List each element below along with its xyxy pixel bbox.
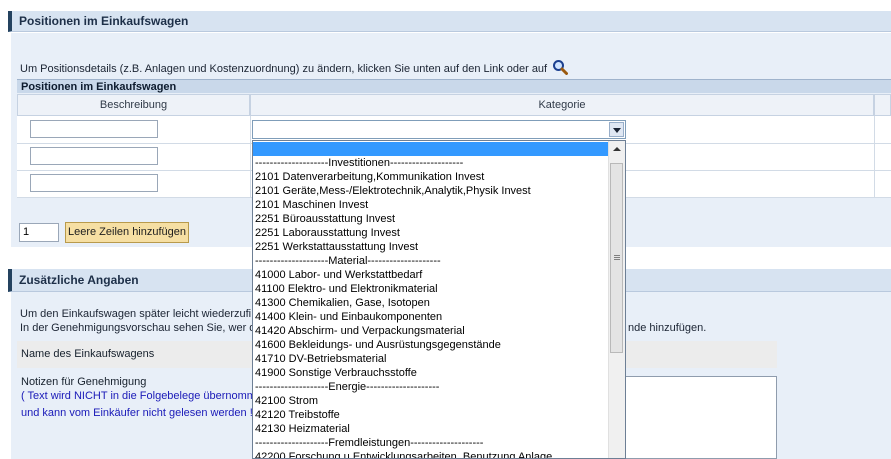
- dropdown-option[interactable]: 42100 Strom: [255, 394, 318, 408]
- dropdown-option[interactable]: --------------------Energie-------------…: [255, 380, 439, 394]
- description-input-row-2[interactable]: [30, 147, 158, 165]
- column-divider: [250, 116, 251, 198]
- dropdown-option[interactable]: 2101 Maschinen Invest: [255, 198, 368, 212]
- dropdown-option[interactable]: 2251 Laborausstattung Invest: [255, 226, 400, 240]
- section-title: Positionen im Einkaufswagen: [19, 14, 189, 28]
- additional-info-line-1: Um den Einkaufswagen später leicht wiede…: [20, 308, 252, 320]
- section-title: Zusätzliche Angaben: [19, 273, 139, 287]
- empty-rows-quantity-input[interactable]: 1: [19, 223, 59, 242]
- dropdown-option[interactable]: --------------------Investitionen-------…: [255, 156, 463, 170]
- dropdown-option[interactable]: --------------------Fremdleistungen-----…: [255, 436, 483, 450]
- description-input-row-3[interactable]: [30, 174, 158, 192]
- description-input-row-1[interactable]: [30, 120, 158, 138]
- dropdown-option[interactable]: 41900 Sonstige Verbrauchsstoffe: [255, 366, 417, 380]
- dropdown-option[interactable]: 41600 Bekleidungs- und Ausrüstungsgegens…: [255, 338, 501, 352]
- dropdown-option[interactable]: 42120 Treibstoffe: [255, 408, 340, 422]
- column-header-extra: [874, 94, 891, 116]
- dropdown-option[interactable]: 2101 Datenverarbeitung,Kommunikation Inv…: [255, 170, 484, 184]
- notes-hint-line-1: ( Text wird NICHT in die Folgebelege übe…: [21, 390, 263, 402]
- column-header-description[interactable]: Beschreibung: [17, 94, 250, 116]
- dropdown-option[interactable]: 41300 Chemikalien, Gase, Isotopen: [255, 296, 430, 310]
- dropdown-option[interactable]: 41100 Elektro- und Elektronikmaterial: [255, 282, 438, 296]
- positions-info: Um Positionsdetails (z.B. Anlagen und Ko…: [20, 59, 569, 78]
- dropdown-option[interactable]: --------------------Material------------…: [255, 254, 441, 268]
- notes-hint-line-2: und kann vom Einkäufer nicht gelesen wer…: [21, 407, 253, 419]
- notes-label: Notizen für Genehmigung: [21, 376, 147, 388]
- dropdown-option[interactable]: 42200 Forschung u Entwicklungsarbeiten, …: [255, 450, 552, 458]
- table-title-text: Positionen im Einkaufswagen: [21, 81, 177, 93]
- positions-info-text: Um Positionsdetails (z.B. Anlagen und Ko…: [20, 63, 548, 75]
- dropdown-option[interactable]: [253, 142, 608, 156]
- dropdown-scrollbar[interactable]: [608, 141, 625, 458]
- additional-info-line-2-end: nde hinzufügen.: [628, 322, 707, 334]
- additional-info-line-2: In der Genehmigungsvorschau sehen Sie, w…: [20, 322, 256, 334]
- dropdown-option[interactable]: 41400 Klein- und Einbaukomponenten: [255, 310, 442, 324]
- dropdown-option[interactable]: 42130 Heizmaterial: [255, 422, 350, 436]
- section-header-positions: Positionen im Einkaufswagen: [8, 11, 891, 32]
- scrollbar-grip: [614, 257, 620, 258]
- column-divider: [874, 116, 875, 198]
- table-title: Positionen im Einkaufswagen: [17, 79, 891, 93]
- dropdown-option[interactable]: 41710 DV-Betriebsmaterial: [255, 352, 386, 366]
- scrollbar-grip: [614, 255, 620, 256]
- dropdown-option[interactable]: 41420 Abschirm- und Verpackungsmaterial: [255, 324, 465, 338]
- dropdown-arrow-icon[interactable]: [609, 122, 624, 137]
- add-empty-rows-button[interactable]: Leere Zeilen hinzufügen: [65, 222, 189, 243]
- scrollbar-thumb[interactable]: [610, 163, 623, 353]
- category-dropdown-list[interactable]: --------------------Investitionen-------…: [252, 140, 626, 459]
- dropdown-option[interactable]: 2101 Geräte,Mess-/Elektrotechnik,Analyti…: [255, 184, 531, 198]
- scroll-up-icon[interactable]: [610, 142, 624, 156]
- column-header-category[interactable]: Kategorie: [250, 94, 874, 116]
- notes-textarea[interactable]: [623, 376, 777, 459]
- scrollbar-grip: [614, 259, 620, 260]
- magnifier-icon[interactable]: [552, 59, 569, 78]
- dropdown-option[interactable]: 41000 Labor- und Werkstattbedarf: [255, 268, 422, 282]
- dropdown-option[interactable]: 2251 Büroausstattung Invest: [255, 212, 395, 226]
- dropdown-option[interactable]: 2251 Werkstattausstattung Invest: [255, 240, 418, 254]
- category-select[interactable]: [252, 120, 626, 139]
- cart-name-label: Name des Einkaufswagens: [21, 348, 155, 360]
